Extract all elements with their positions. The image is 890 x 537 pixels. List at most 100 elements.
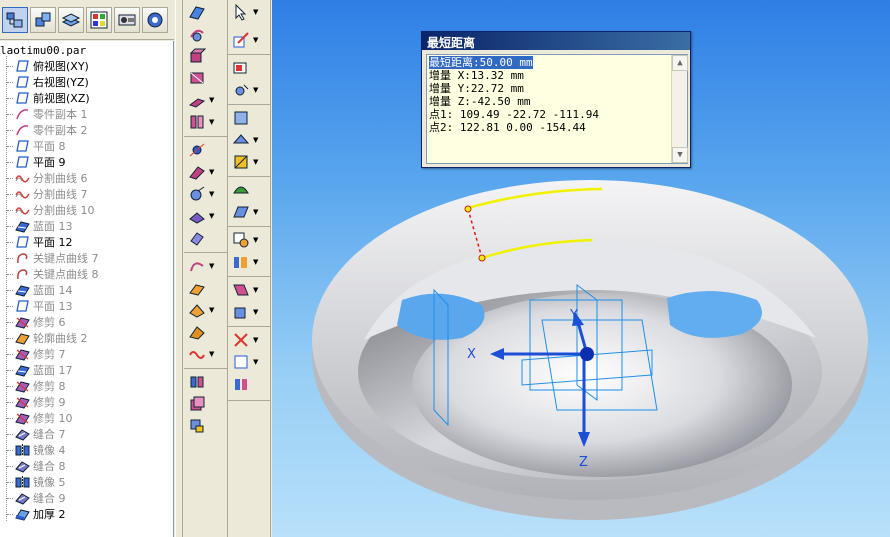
pattern-button[interactable]: ▼ xyxy=(184,162,224,182)
tree-item[interactable]: 缝合 9 xyxy=(0,490,173,506)
scroll-up-icon[interactable]: ▲ xyxy=(672,55,688,71)
dialog-title[interactable]: 最短距离 xyxy=(422,32,690,50)
tree-item[interactable]: 修剪 9 xyxy=(0,394,173,410)
wireframe-button[interactable]: ▼ xyxy=(228,202,268,222)
dimension-button[interactable] xyxy=(228,374,268,394)
plane-icon xyxy=(14,75,30,89)
zoom-button[interactable] xyxy=(228,108,268,128)
tree-item-label: 缝合 7 xyxy=(33,428,66,441)
result-row[interactable]: 增量 X:13.32 mm xyxy=(429,69,685,82)
surface-button[interactable] xyxy=(184,322,224,342)
tree-item[interactable]: 关键点曲线 7 xyxy=(0,250,173,266)
result-row[interactable]: 增量 Y:22.72 mm xyxy=(429,82,685,95)
tree-item[interactable]: 分割曲线 6 xyxy=(0,170,173,186)
tree-item[interactable]: 前视图(XZ) xyxy=(0,90,173,106)
measure-point-1[interactable] xyxy=(464,205,472,213)
pan-button[interactable]: ▼ xyxy=(228,130,268,150)
result-row[interactable]: 增量 Z:-42.50 mm xyxy=(429,95,685,108)
tree-item[interactable]: 缝合 8 xyxy=(0,458,173,474)
results-scrollbar[interactable]: ▲ ▼ xyxy=(671,55,688,163)
cutout-button[interactable] xyxy=(184,68,224,88)
tree-item[interactable]: 蓝面 17 xyxy=(0,362,173,378)
tree-item[interactable]: 缝合 7 xyxy=(0,426,173,442)
split-curve-button[interactable]: ▼ xyxy=(184,344,224,364)
tree-item-label: 缝合 9 xyxy=(33,492,66,505)
result-row[interactable]: 最短距离:50.00 mm xyxy=(429,56,533,69)
split-curve-icon xyxy=(14,171,30,185)
plane-icon xyxy=(14,91,30,105)
copy-part-button[interactable] xyxy=(184,394,224,414)
tree-item-label: 缝合 8 xyxy=(33,460,66,473)
tree-item[interactable]: 关键点曲线 8 xyxy=(0,266,173,282)
result-row[interactable]: 点2: 122.81 0.00 -154.44 xyxy=(429,121,685,134)
pane-splitter[interactable] xyxy=(175,0,183,537)
point-button[interactable] xyxy=(184,140,224,160)
tree-item[interactable]: 平面 9 xyxy=(0,154,173,170)
sensor-icon[interactable] xyxy=(114,6,140,33)
tree-item[interactable]: 右视图(YZ) xyxy=(0,74,173,90)
tree-item[interactable]: 蓝面 14 xyxy=(0,282,173,298)
measure-button[interactable]: ▼ xyxy=(228,230,268,250)
revolve-button[interactable] xyxy=(184,24,224,44)
lock-button[interactable] xyxy=(184,416,224,436)
curve-button[interactable]: ▼ xyxy=(184,256,224,276)
fit-button[interactable]: ▼ xyxy=(228,152,268,172)
round-button[interactable]: ▼ xyxy=(184,206,224,226)
tree-item[interactable]: 修剪 6 xyxy=(0,314,173,330)
rotate-view-button[interactable]: ▼ xyxy=(228,80,268,100)
project-curve-button[interactable] xyxy=(184,278,224,298)
tree-item[interactable]: 镜像 5 xyxy=(0,474,173,490)
feature-tree-icon[interactable] xyxy=(2,6,28,33)
parts-icon[interactable] xyxy=(30,6,56,33)
tree-item-label: 蓝面 13 xyxy=(33,220,73,233)
tree-item[interactable]: 零件副本 2 xyxy=(0,122,173,138)
tree-item-label: 零件副本 1 xyxy=(33,108,88,121)
view-button[interactable] xyxy=(228,58,268,78)
scroll-down-icon[interactable]: ▼ xyxy=(672,147,688,163)
distance-results[interactable]: 最短距离:50.00 mm 增量 X:13.32 mm 增量 Y:22.72 m… xyxy=(426,54,688,164)
tree-item[interactable]: 轮廓曲线 2 xyxy=(0,330,173,346)
tree-item[interactable]: 分割曲线 7 xyxy=(0,186,173,202)
extrude-button[interactable] xyxy=(184,46,224,66)
tree-item[interactable]: 平面 12 xyxy=(0,234,173,250)
layers-icon[interactable] xyxy=(58,6,84,33)
relate-button[interactable]: ▼ xyxy=(228,330,268,350)
min-distance-dialog[interactable]: 最短距离 最短距离:50.00 mm 增量 X:13.32 mm 增量 Y:22… xyxy=(421,31,691,168)
stitch-icon xyxy=(14,459,30,473)
tree-item[interactable]: 修剪 7 xyxy=(0,346,173,362)
select-arrow-button[interactable]: ▼ xyxy=(228,2,268,22)
tree-item[interactable]: 平面 8 xyxy=(0,138,173,154)
part-color-button[interactable]: ▼ xyxy=(228,280,268,300)
tree-item-label: 平面 8 xyxy=(33,140,66,153)
tree-item[interactable]: 修剪 10 xyxy=(0,410,173,426)
sketch-button[interactable]: ▼ xyxy=(228,30,268,50)
tree-item-label: 平面 9 xyxy=(33,156,66,169)
select-surface-button[interactable] xyxy=(184,2,224,22)
loft-button[interactable]: ▼ xyxy=(184,112,224,132)
tree-item[interactable]: 零件副本 1 xyxy=(0,106,173,122)
tree-item[interactable]: 平面 13 xyxy=(0,298,173,314)
tree-item[interactable]: 加厚 2 xyxy=(0,506,173,522)
family-icon[interactable] xyxy=(86,6,112,33)
tree-item-label: 俯视图(XY) xyxy=(33,60,89,73)
settings-icon[interactable] xyxy=(142,6,168,33)
constraint-button[interactable]: ▼ xyxy=(228,352,268,372)
bluesurf-icon xyxy=(14,363,30,377)
mirror-button[interactable] xyxy=(184,372,224,392)
result-row[interactable]: 点1: 109.49 -22.72 -111.94 xyxy=(429,108,685,121)
hole-button[interactable]: ▼ xyxy=(184,184,224,204)
section-button[interactable]: ▼ xyxy=(228,252,268,272)
tree-item[interactable]: 修剪 8 xyxy=(0,378,173,394)
thin-wall-button[interactable] xyxy=(184,228,224,248)
swept-button[interactable]: ▼ xyxy=(184,90,224,110)
tree-item[interactable]: 蓝面 13 xyxy=(0,218,173,234)
intersect-button[interactable]: ▼ xyxy=(184,300,224,320)
shade-button[interactable] xyxy=(228,180,268,200)
tree-root-label[interactable]: laotimu00.par xyxy=(0,44,86,57)
tree-item[interactable]: 俯视图(XY) xyxy=(0,58,173,74)
tree-item[interactable]: 分割曲线 10 xyxy=(0,202,173,218)
tree-item[interactable]: 镜像 4 xyxy=(0,442,173,458)
measure-point-2[interactable] xyxy=(478,254,486,262)
tree-item-label: 关键点曲线 8 xyxy=(33,268,99,281)
face-style-button[interactable]: ▼ xyxy=(228,302,268,322)
